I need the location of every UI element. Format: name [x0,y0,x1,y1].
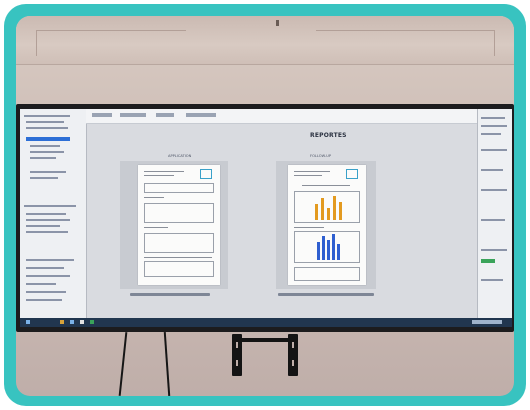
tree-item[interactable] [26,225,60,227]
tree-item[interactable] [30,157,56,159]
bracket-slot [236,360,238,366]
property-row[interactable] [481,279,503,281]
page-text-line [144,227,168,228]
monitor-screen: REPORTES APPLICATION FOLLOW-UP [20,109,512,327]
logo-icon [200,169,212,179]
page-text-line [144,175,174,176]
right-sheet-label: FOLLOW-UP [310,154,332,158]
app-icon[interactable] [80,320,84,324]
taskbar [20,318,512,327]
tree-item[interactable] [26,267,64,269]
chart-bar [339,202,342,220]
page-text-line [144,197,164,198]
tree-item[interactable] [30,145,60,147]
chart-bar [322,236,325,260]
tree-item[interactable] [30,171,66,173]
property-row[interactable] [481,169,503,171]
chart-bar [315,204,318,220]
property-row[interactable] [481,117,505,119]
property-row[interactable] [481,133,501,135]
page-box [144,203,214,223]
chart-bar [337,244,340,260]
page-box [144,233,214,253]
left-sheet-label: APPLICATION [168,154,192,158]
page-text-line [144,257,212,258]
bracket-slot [292,360,294,366]
left-horizontal-scrollbar[interactable] [130,293,210,296]
molding-line [36,30,186,31]
tree-item[interactable] [26,121,64,123]
bracket-slot [236,342,238,348]
page-text-line [294,171,330,172]
tree-item[interactable] [26,299,62,301]
tree-item-selected[interactable] [26,137,70,141]
toolbar-ribbon [86,109,478,124]
wall-molding [16,16,514,65]
chart-bar [327,208,330,220]
left-report-page [138,165,220,285]
toolbar-button[interactable] [186,113,216,117]
page-table [294,267,360,281]
property-row[interactable] [481,125,507,127]
tree-item[interactable] [24,205,76,207]
start-icon[interactable] [26,320,30,324]
toolbar-button[interactable] [156,113,174,117]
folder-icon[interactable] [60,320,64,324]
monitor: REPORTES APPLICATION FOLLOW-UP [16,104,514,332]
tree-item[interactable] [24,115,70,117]
wall-hook [276,20,279,26]
monitor-cable [118,332,128,396]
property-row[interactable] [481,189,507,191]
properties-panel [477,109,512,327]
tree-item[interactable] [30,177,58,179]
bracket-slot [292,342,294,348]
monitor-cable [163,332,171,396]
system-tray[interactable] [472,320,502,324]
tree-item[interactable] [26,283,56,285]
status-indicator [481,259,495,263]
tree-item[interactable] [26,275,70,277]
tree-item[interactable] [26,291,66,293]
tree-item[interactable] [26,213,66,215]
toolbar-button[interactable] [92,113,112,117]
chart-bar [321,198,324,220]
app-icon[interactable] [90,320,94,324]
tree-item[interactable] [26,259,74,261]
page-text-line [144,171,184,172]
tree-item[interactable] [26,127,68,129]
page-box [144,183,214,193]
page-text-line [302,185,350,186]
molding-line [494,30,495,56]
wall-photo: REPORTES APPLICATION FOLLOW-UP [16,16,514,396]
logo-icon [346,169,358,179]
right-report-page [288,165,366,285]
property-row[interactable] [481,219,505,221]
report-heading: REPORTES [310,132,347,139]
orange-chart [294,191,360,223]
page-table [144,261,214,277]
chart-bar [327,240,330,260]
property-row[interactable] [481,149,507,151]
chart-bar [317,242,320,260]
wall-mount-bar [232,338,298,342]
molding-line [36,30,37,56]
property-row[interactable] [481,249,507,251]
page-text-line [294,175,322,176]
toolbar-button[interactable] [120,113,146,117]
app-icon[interactable] [70,320,74,324]
tree-item[interactable] [26,231,68,233]
right-horizontal-scrollbar[interactable] [278,293,374,296]
tree-item[interactable] [30,151,64,153]
photo-frame: REPORTES APPLICATION FOLLOW-UP [4,4,526,406]
project-tree-panel [20,109,87,327]
molding-line [316,30,494,31]
page-text-line [294,227,324,228]
chart-bar [332,234,335,260]
tree-item[interactable] [26,219,70,221]
blue-chart [294,231,360,263]
chart-bar [333,196,336,220]
